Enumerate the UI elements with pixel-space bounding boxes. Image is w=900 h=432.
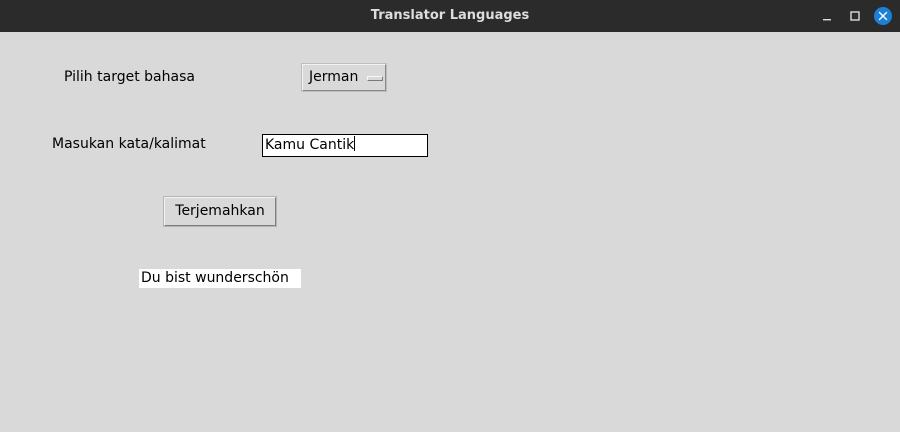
maximize-button[interactable] — [847, 8, 863, 24]
app-window: Translator Languages Pilih target bahasa… — [0, 0, 900, 432]
target-language-selected: Jerman — [309, 69, 359, 85]
output-text-field[interactable]: Du bist wunderschön — [138, 268, 302, 289]
main-content: Pilih target bahasa Jerman Masukan kata/… — [0, 32, 900, 432]
output-text-value: Du bist wunderschön — [141, 270, 289, 286]
input-text-value: Kamu Cantik — [265, 137, 355, 153]
minimize-button[interactable] — [819, 8, 835, 24]
translate-button[interactable]: Terjemahkan — [163, 196, 277, 227]
input-text-field[interactable]: Kamu Cantik — [262, 134, 428, 157]
input-text-label: Masukan kata/kalimat — [52, 136, 206, 152]
target-language-label: Pilih target bahasa — [64, 69, 195, 85]
close-icon — [878, 11, 888, 21]
maximize-icon — [850, 11, 860, 21]
text-caret — [354, 136, 356, 151]
title-bar[interactable]: Translator Languages — [0, 0, 900, 32]
window-title: Translator Languages — [370, 8, 530, 23]
target-language-dropdown[interactable]: Jerman — [301, 63, 387, 92]
dropdown-indicator-icon — [367, 76, 383, 81]
minimize-icon — [823, 19, 831, 21]
close-button[interactable] — [874, 7, 892, 25]
